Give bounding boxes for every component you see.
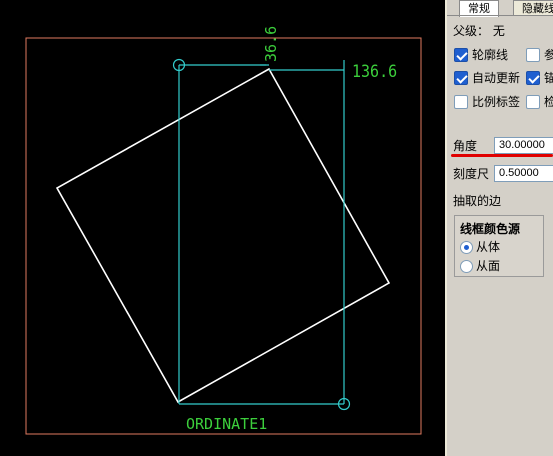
- rotated-square-outline[interactable]: [55, 67, 391, 404]
- radio-from-body-label: 从体: [476, 240, 501, 254]
- angle-input[interactable]: 30.00000: [494, 137, 553, 154]
- drawing-svg[interactable]: 36.6 136.6 ORDINATE1: [0, 0, 445, 456]
- dimension-text-vertical: 36.6: [262, 26, 280, 62]
- panel-tabs: 常规 隐藏线: [447, 0, 553, 17]
- scale-input[interactable]: 0.50000: [494, 165, 553, 182]
- checkbox-outline[interactable]: [454, 48, 468, 62]
- ordinate-dimension[interactable]: [172, 58, 351, 411]
- checkbox-reference[interactable]: [526, 48, 540, 62]
- color-source-group: 线框颜色源 从体 从面: [454, 215, 544, 277]
- drawing-canvas[interactable]: 36.6 136.6 ORDINATE1: [0, 0, 445, 456]
- angle-highlight-underline: [451, 154, 553, 157]
- radio-from-body[interactable]: [460, 241, 473, 254]
- tab-strip-divider: [447, 15, 553, 16]
- checkbox-scale-label-text: 比例标签: [472, 95, 521, 109]
- parent-label: 父级：: [453, 24, 490, 38]
- color-source-title: 线框颜色源: [460, 222, 521, 236]
- parent-value: 无: [492, 24, 505, 38]
- checkbox-check-label: 检: [544, 95, 553, 109]
- dimension-text-horizontal: 136.6: [352, 61, 397, 81]
- checkbox-auto-update-label: 自动更新: [472, 71, 521, 85]
- extracted-edges-label: 抽取的边: [453, 194, 502, 208]
- checkbox-check[interactable]: [526, 95, 540, 109]
- ordinate-label: ORDINATE1: [186, 415, 267, 433]
- angle-label: 角度: [453, 139, 478, 153]
- checkbox-outline-label: 轮廓线: [472, 48, 509, 62]
- checkbox-reference-label: 参: [544, 48, 553, 62]
- scale-label: 刻度尺: [453, 167, 490, 181]
- checkbox-anchor-label: 锚: [544, 71, 553, 85]
- properties-panel: 常规 隐藏线 父级： 无 轮廓线 参 自动更新 锚 比例标签 检 角度 30.0…: [445, 0, 553, 456]
- checkbox-scale-label[interactable]: [454, 95, 468, 109]
- radio-from-face-label: 从面: [476, 259, 501, 273]
- parent-row: 父级： 无: [453, 23, 505, 39]
- checkbox-auto-update[interactable]: [454, 71, 468, 85]
- tab-hidden-lines[interactable]: 隐藏线: [513, 0, 553, 16]
- radio-from-face[interactable]: [460, 260, 473, 273]
- checkbox-anchor[interactable]: [526, 71, 540, 85]
